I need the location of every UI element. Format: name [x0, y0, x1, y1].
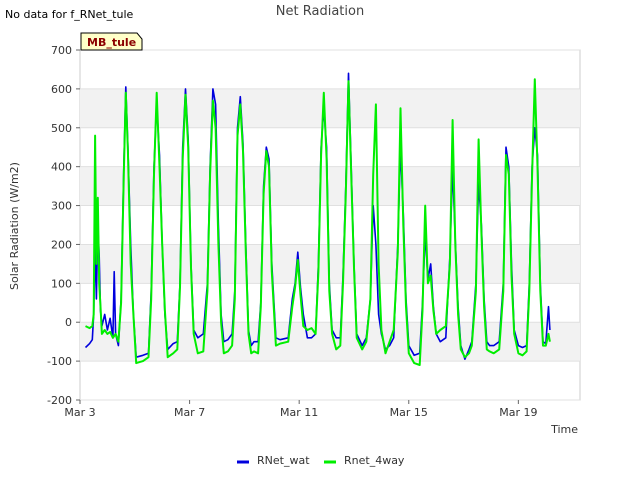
x-tick-label: Mar 19	[499, 406, 537, 419]
y-tick-label: 700	[51, 44, 72, 57]
y-tick-label: -100	[47, 355, 72, 368]
x-axis: Mar 3 Mar 7 Mar 11 Mar 15 Mar 19	[64, 400, 537, 419]
plot-area	[79, 49, 581, 401]
x-tick-label: Mar 3	[64, 406, 95, 419]
grid-band	[80, 322, 580, 362]
legend: RNet_wat Rnet_4way	[237, 454, 405, 467]
legend-label-rnet-4way: Rnet_4way	[344, 454, 405, 467]
x-tick-label: Mar 15	[390, 406, 428, 419]
y-tick-label: 500	[51, 122, 72, 135]
y-tick-label: 600	[51, 83, 72, 96]
chart-title: Net Radiation	[276, 4, 364, 19]
y-tick-label: 200	[51, 238, 72, 251]
legend-item-rnet-wat: RNet_wat	[237, 454, 310, 467]
legend-item-rnet-4way: Rnet_4way	[324, 454, 405, 467]
y-tick-label: 400	[51, 161, 72, 174]
y-tick-label: 0	[65, 316, 72, 329]
no-data-note: No data for f_RNet_tule	[5, 8, 134, 21]
y-axis-label: Solar Radiation (W/m2)	[8, 162, 21, 290]
chart-canvas: No data for f_RNet_tule Net Radiation -2…	[5, 4, 581, 467]
x-axis-label: Time	[550, 423, 578, 436]
site-badge: MB_tule	[80, 32, 143, 51]
y-tick-label: 300	[51, 200, 72, 213]
site-badge-label: MB_tule	[87, 36, 136, 49]
x-tick-label: Mar 7	[174, 406, 205, 419]
y-tick-label: 100	[51, 277, 72, 290]
y-axis: -200-1000100200300400500600700	[47, 44, 80, 407]
x-tick-label: Mar 11	[280, 406, 318, 419]
legend-label-rnet-wat: RNet_wat	[257, 454, 310, 467]
